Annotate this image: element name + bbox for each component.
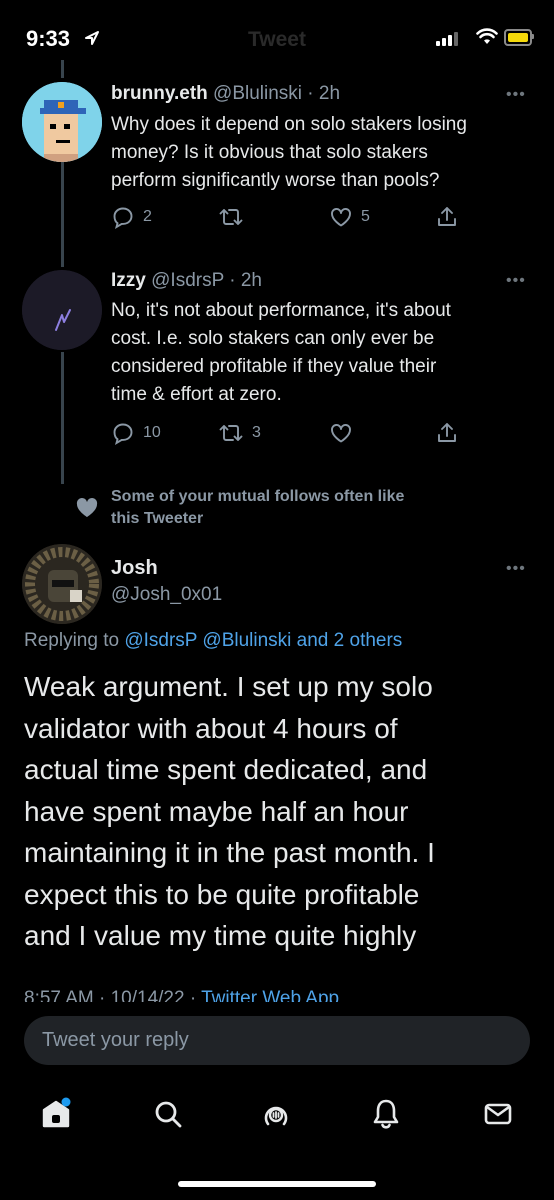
timestamp-line: 8:57 AM · 10/14/22 · Twitter Web App [24,988,339,1002]
tweet2-share-button[interactable] [436,421,458,445]
tweet2-reply-button[interactable]: 10 [111,421,161,445]
tweet1-reply-button[interactable]: 2 [111,205,152,229]
notifications-icon[interactable] [368,1096,404,1132]
wifi-icon [476,28,498,44]
tweet2-line: cost. I.e. solo stakers can only ever be [111,328,435,349]
main-tweet-line: maintaining it in the past month. I [24,837,435,868]
tweet2-like-button[interactable] [329,421,361,445]
main-tweet-line: expect this to be quite profitable [24,878,420,910]
tweet2-line: No, it's not about performance, it's abo… [111,300,451,321]
tweet2-text: No, it's not about performance, it's abo… [111,297,541,409]
main-author-name[interactable]: Josh [111,557,158,580]
home-indicator [178,1181,376,1187]
tweet1-more-icon[interactable]: ••• [506,86,526,104]
tweet2-reply-count: 10 [143,424,161,441]
thread-line-connector-2 [61,352,64,484]
tweet1-like-count: 5 [361,208,370,225]
main-tweet-line: have spent maybe half an hour [24,795,409,827]
battery-tip [532,34,534,39]
retweet-icon [219,425,243,441]
tweet2-line: time & effort at zero. [111,384,282,405]
spaces-icon[interactable] [258,1096,294,1132]
tweet2-retweet-button[interactable]: 3 [218,421,261,445]
tweet2-author-name[interactable]: Izzy [111,270,146,291]
tweet1-name-line: brunny.eth @Blulinski · 2h [111,83,340,105]
main-author-handle[interactable]: @Josh_0x01 [111,584,222,606]
heart-icon [331,424,351,443]
location-arrow-icon [85,31,99,45]
share-icon [438,423,456,442]
tweet1-text: Why does it depend on solo stakers losin… [111,111,541,195]
avatar-lion-image [22,544,102,624]
tweet1-author-name[interactable]: brunny.eth [111,83,208,104]
battery-icon [504,29,532,46]
tweet2-retweet-count: 3 [252,424,261,441]
avatar-izzy[interactable] [22,270,102,350]
main-tweet-line: validator with about 4 hours of [24,712,398,744]
tweet2-handle-time: @IsdrsP · 2h [151,270,262,291]
tweet2-more-icon[interactable]: ••• [506,272,526,290]
main-tweet-line: actual time spent dedicated, and [24,754,428,785]
tweet2-name-line: Izzy @IsdrsP · 2h [111,270,262,292]
avatar-punk-image [22,82,102,162]
timestamp-clip: 8:57 AM · 10/14/22 · Twitter Web App [24,988,530,1002]
tweet1-line: perform significantly worse than pools? [111,170,440,191]
avatar-abstract-image [22,270,102,350]
avatar-josh[interactable] [22,544,102,624]
social-context: Some of your mutual follows often like t… [111,486,404,530]
heart-filled-icon [76,497,98,517]
main-tweet-line: Weak argument. I set up my solo [24,671,433,702]
home-icon[interactable] [38,1096,74,1132]
retweet-icon [219,209,243,225]
search-icon[interactable] [150,1096,186,1132]
main-tweet-more-icon[interactable]: ••• [506,560,526,578]
replying-targets-link[interactable]: @IsdrsP @Blulinski and 2 others [124,630,402,651]
reply-placeholder: Tweet your reply [42,1029,189,1051]
tweet1-retweet-button[interactable] [218,205,252,229]
tweet1-line: money? Is it obvious that solo stakers [111,142,428,163]
main-tweet-line: and I value my time quite highly [24,920,417,951]
thread-line-top [61,60,64,78]
tweet1-actions: 2 5 [0,205,554,231]
avatar-brunny[interactable] [22,82,102,162]
social-context-line: this Tweeter [111,510,204,527]
tweet-timestamp: 8:57 AM · 10/14/22 · [24,988,202,1002]
tweet1-handle-time: @Blulinski · 2h [213,83,341,104]
tweet-source-link[interactable]: Twitter Web App [201,988,339,1002]
tweet1-like-button[interactable]: 5 [329,205,370,229]
status-time: 9:33 [26,26,71,51]
tweet2-actions: 10 3 [0,421,554,447]
signal-icon [436,30,458,46]
share-icon [438,207,456,226]
tweet1-share-button[interactable] [436,205,458,229]
main-tweet-text: Weak argument. I set up my solo validato… [24,666,534,957]
social-context-line: Some of your mutual follows often like [111,488,405,505]
reply-icon [113,423,133,445]
tweet1-line: Why does it depend on solo stakers losin… [111,114,467,135]
heart-icon [331,208,351,227]
replying-to-line: Replying to @IsdrsP @Blulinski and 2 oth… [24,630,402,652]
messages-icon[interactable] [480,1096,516,1132]
tweet2-line: considered profitable if they value thei… [111,356,437,377]
tweet1-reply-count: 2 [143,208,152,225]
replying-prefix: Replying to [24,630,120,651]
reply-icon [113,207,133,229]
